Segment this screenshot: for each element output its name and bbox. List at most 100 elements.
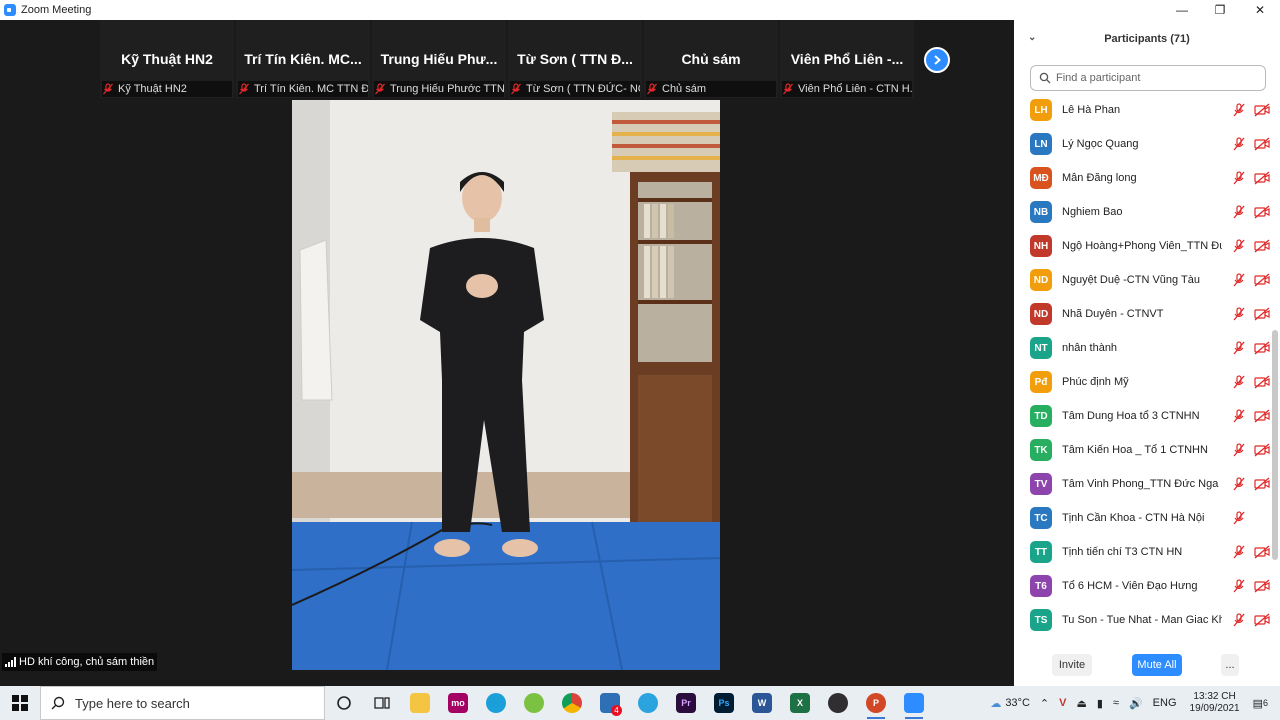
scrollbar-thumb[interactable] (1272, 330, 1278, 560)
chrome-icon (562, 693, 582, 713)
invite-button[interactable]: Invite (1052, 654, 1092, 676)
mic-muted-icon[interactable] (1232, 239, 1246, 258)
telegram-button[interactable] (629, 686, 667, 720)
mic-muted-icon[interactable] (1232, 443, 1246, 462)
video-off-icon[interactable] (1254, 205, 1270, 224)
participant-thumbnail[interactable]: Trí Tín Kiên. MC... Trí Tín Kiên. MC TTN… (236, 20, 370, 98)
mic-muted-icon[interactable] (1232, 545, 1246, 564)
search-input[interactable] (1056, 72, 1256, 84)
mic-muted-icon[interactable] (1232, 137, 1246, 156)
participant-row[interactable]: TT Tịnh tiến chí T3 CTN HN (1014, 535, 1270, 569)
minimize-button[interactable]: — (1162, 0, 1202, 20)
participant-search-box[interactable] (1030, 65, 1266, 91)
maximize-button[interactable]: ❐ (1200, 0, 1240, 20)
video-off-icon[interactable] (1254, 103, 1270, 122)
edge-button[interactable] (477, 686, 515, 720)
close-button[interactable]: ✕ (1240, 0, 1280, 20)
language-indicator[interactable]: ENG (1153, 697, 1177, 709)
scrollbar[interactable] (1272, 100, 1278, 660)
show-hidden-icons-button[interactable]: ⌃ (1040, 697, 1049, 710)
task-view-button[interactable] (363, 686, 401, 720)
participant-name: Tổ 6 HCM - Viên Đạo Hưng (1062, 580, 1198, 592)
participant-thumbnail[interactable]: Từ Sơn ( TTN Đ... Từ Sơn ( TTN ĐỨC- NG..… (508, 20, 642, 98)
mic-muted-icon[interactable] (1232, 375, 1246, 394)
participant-status-icons (1232, 273, 1270, 292)
taskbar-search-box[interactable]: Type here to search (40, 686, 325, 720)
video-off-icon[interactable] (1254, 341, 1270, 360)
mic-muted-icon[interactable] (1232, 171, 1246, 190)
file-explorer-button[interactable] (401, 686, 439, 720)
cortana-button[interactable] (325, 686, 363, 720)
participant-thumbnail[interactable]: Chủ sám Chủ sám (644, 20, 778, 98)
video-off-icon[interactable] (1254, 273, 1270, 292)
participant-row[interactable]: MĐ Mẫn Đăng long (1014, 161, 1270, 195)
mic-muted-icon[interactable] (1232, 307, 1246, 326)
start-button[interactable] (0, 686, 40, 720)
video-off-icon[interactable] (1254, 579, 1270, 598)
participant-row[interactable]: LH Lê Hà Phan (1014, 93, 1270, 127)
notification-center-button[interactable]: ▤ 6 (1253, 697, 1268, 710)
obs-button[interactable] (819, 686, 857, 720)
participant-row[interactable]: T6 Tổ 6 HCM - Viên Đạo Hưng (1014, 569, 1270, 603)
video-off-icon[interactable] (1254, 171, 1270, 190)
premiere-icon: Pr (676, 693, 696, 713)
weather-widget[interactable]: ☁ 33°C (990, 697, 1030, 710)
video-off-icon[interactable] (1254, 307, 1270, 326)
excel-button[interactable]: X (781, 686, 819, 720)
mic-muted-icon[interactable] (1232, 613, 1246, 632)
chrome-button[interactable] (553, 686, 591, 720)
mic-muted-icon[interactable] (1232, 341, 1246, 360)
participant-row[interactable]: TV Tâm Vinh Phong_TTN Đức Nga (1014, 467, 1270, 501)
participant-row[interactable]: NT nhẫn thành (1014, 331, 1270, 365)
premiere-button[interactable]: Pr (667, 686, 705, 720)
thumbnail-label-text: Trí Tín Kiên. MC TTN Đ... (254, 83, 368, 95)
participant-status-icons (1232, 239, 1270, 258)
participant-row[interactable]: LN Lý Ngọc Quang (1014, 127, 1270, 161)
participant-row[interactable]: NB Nghiem Bao (1014, 195, 1270, 229)
video-off-icon[interactable] (1254, 409, 1270, 428)
next-page-button[interactable] (924, 47, 950, 73)
participant-thumbnail[interactable]: Viên Phổ Liên -... Viên Phổ Liên - CTN H… (780, 20, 914, 98)
video-off-icon[interactable] (1254, 239, 1270, 258)
video-off-icon[interactable] (1254, 375, 1270, 394)
video-off-icon[interactable] (1254, 137, 1270, 156)
zoom-taskbar-button[interactable] (895, 686, 933, 720)
mic-muted-icon[interactable] (1232, 579, 1246, 598)
participant-row[interactable]: TD Tâm Dung Hoa tổ 3 CTNHN (1014, 399, 1270, 433)
green-app-button[interactable] (515, 686, 553, 720)
participant-row[interactable]: ND Nguyệt Duệ -CTN Vũng Tàu (1014, 263, 1270, 297)
participant-row[interactable]: NH Ngộ Hoàng+Phong Viên_TTN Đứ... (1014, 229, 1270, 263)
antivirus-tray[interactable]: V (1059, 697, 1066, 709)
powerpoint-button[interactable]: P (857, 686, 895, 720)
network-tray[interactable]: ≈ (1113, 697, 1119, 709)
usb-tray[interactable]: ⏏ (1076, 697, 1086, 710)
momo-app-button[interactable]: mo (439, 686, 477, 720)
mic-muted-icon[interactable] (1232, 205, 1246, 224)
video-off-icon[interactable] (1254, 545, 1270, 564)
mic-muted-icon[interactable] (1232, 409, 1246, 428)
mic-muted-icon[interactable] (1232, 103, 1246, 122)
chevron-down-icon[interactable]: ⌄ (1028, 32, 1036, 43)
momo-icon: mo (448, 693, 468, 713)
more-options-button[interactable]: ... (1221, 654, 1239, 676)
participant-thumbnail[interactable]: Trung Hiếu Phư... Trung Hiếu Phước TTN..… (372, 20, 506, 98)
video-off-icon[interactable] (1254, 477, 1270, 496)
participant-row[interactable]: TK Tâm Kiến Hoa _ Tổ 1 CTNHN (1014, 433, 1270, 467)
volume-tray[interactable]: 🔊 (1129, 697, 1143, 710)
video-off-icon[interactable] (1254, 613, 1270, 632)
participant-row[interactable]: TS Tu Son - Tue Nhat - Man Giac Khai (1014, 603, 1270, 637)
photoshop-button[interactable]: Ps (705, 686, 743, 720)
participant-thumbnail[interactable]: Kỹ Thuật HN2 Kỹ Thuật HN2 (100, 20, 234, 98)
mic-muted-icon[interactable] (1232, 511, 1246, 530)
battery-tray[interactable]: ▮ (1097, 697, 1103, 710)
word-button[interactable]: W (743, 686, 781, 720)
clock[interactable]: 13:32 CH 19/09/2021 (1190, 691, 1240, 715)
mute-all-button[interactable]: Mute All (1132, 654, 1182, 676)
mic-muted-icon[interactable] (1232, 477, 1246, 496)
mic-muted-icon[interactable] (1232, 273, 1246, 292)
participant-row[interactable]: Pđ Phúc định Mỹ (1014, 365, 1270, 399)
mail-app-button[interactable]: 4 (591, 686, 629, 720)
participant-row[interactable]: TC Tịnh Cần Khoa - CTN Hà Nội (1014, 501, 1270, 535)
participant-row[interactable]: ND Nhã Duyên - CTNVT (1014, 297, 1270, 331)
video-off-icon[interactable] (1254, 443, 1270, 462)
